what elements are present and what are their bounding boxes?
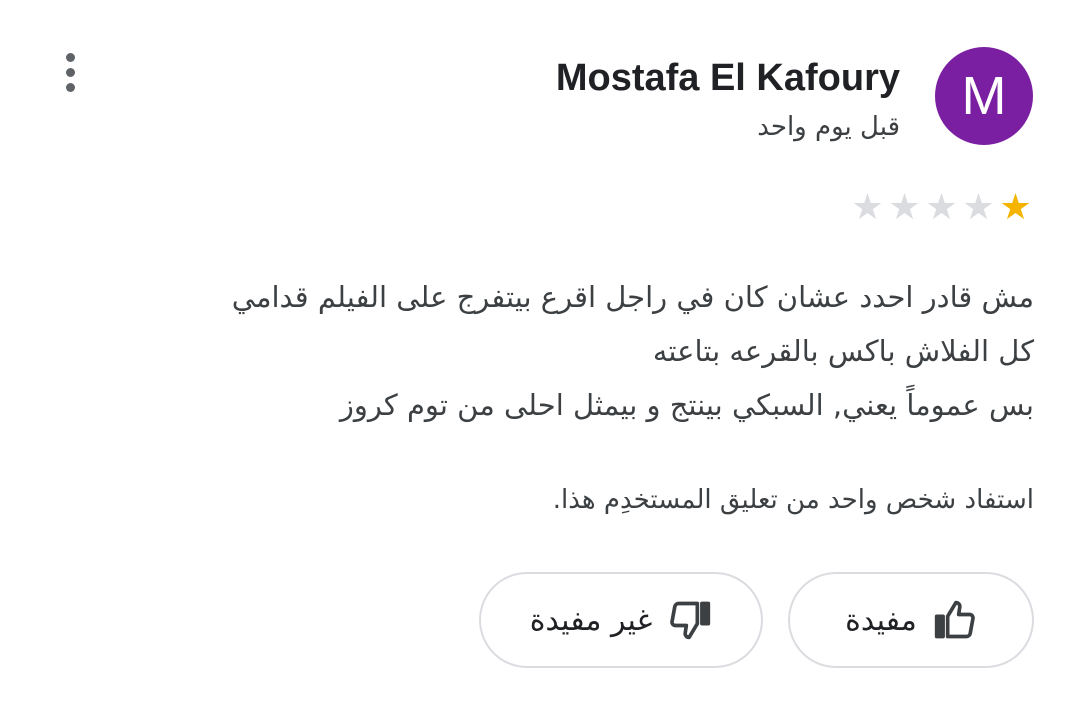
avatar-letter: M [961, 66, 1007, 126]
menu-dot [65, 67, 75, 77]
avatar[interactable]: M [935, 47, 1033, 145]
review-time: قبل يوم واحد [757, 112, 900, 142]
more-options-icon[interactable] [48, 48, 92, 96]
not-helpful-label: غير مفيدة [529, 602, 653, 638]
helpful-button[interactable]: مفيدة [788, 572, 1034, 668]
thumb-down-icon [668, 598, 712, 642]
review-text-line: مش قادر احدد عشان كان في راجل اقرع بيتفر… [231, 280, 1034, 314]
author-name: Mostafa El Kafoury [555, 57, 900, 99]
star-empty-icon: ★ [925, 187, 958, 228]
helpful-label: مفيدة [845, 602, 917, 638]
star-filled-icon: ★ [999, 187, 1032, 228]
helpful-count-text: استفاد شخص واحد من تعليق المستخدِم هذا. [552, 485, 1034, 515]
star-empty-icon: ★ [851, 187, 884, 228]
star-empty-icon: ★ [962, 187, 995, 228]
thumb-up-icon [933, 598, 977, 642]
review-text-line: كل الفلاش باكس بالقرعه بتاعته [652, 334, 1034, 368]
menu-dot [65, 82, 75, 92]
not-helpful-button[interactable]: غير مفيدة [479, 572, 763, 668]
review-text-line: بس عموماً يعني, السبكي بينتج و بيمثل احل… [339, 388, 1034, 422]
review-text: مش قادر احدد عشان كان في راجل اقرع بيتفر… [74, 270, 1034, 432]
star-empty-icon: ★ [888, 187, 921, 228]
menu-dot [65, 52, 75, 62]
star-rating: ★ ★ ★ ★ ★ [849, 188, 1034, 228]
